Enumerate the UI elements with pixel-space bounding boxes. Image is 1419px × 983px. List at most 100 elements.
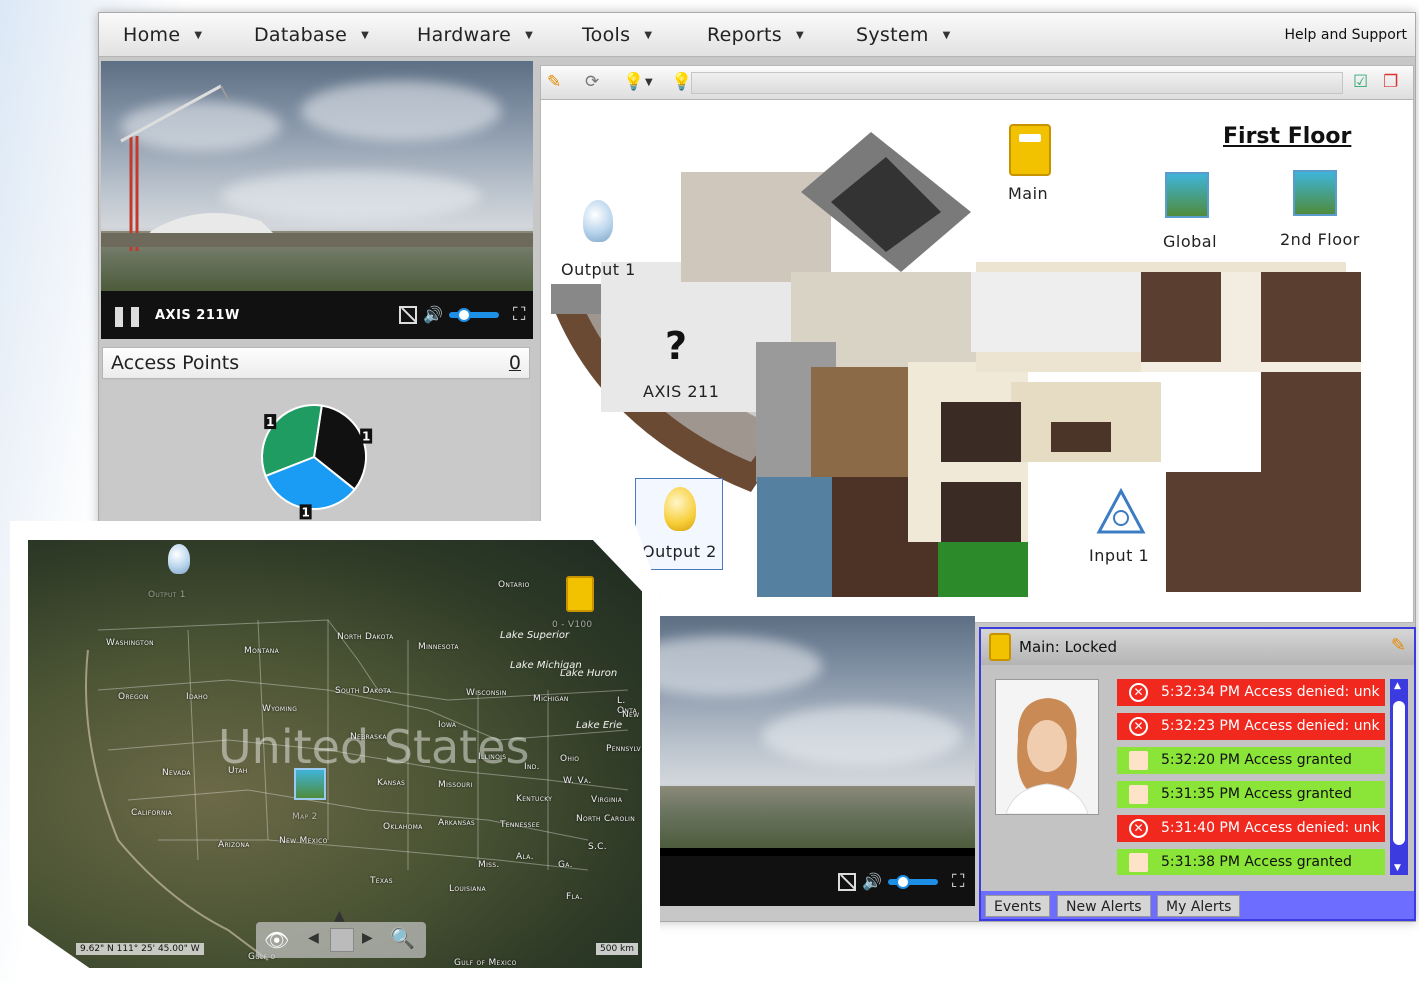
door-icon[interactable] [566, 576, 594, 612]
menu-bar: Home ▼ Database ▼ Hardware ▼ Tools ▼ Reports… [99, 13, 1415, 57]
chevron-down-icon[interactable]: ▼ [645, 77, 653, 88]
bulb-off-icon[interactable]: 💡 [671, 72, 692, 92]
event-text: 5:32:34 PM Access denied: unk [1161, 684, 1380, 700]
place-label: Miss. [478, 860, 500, 870]
zoom-icon[interactable]: 🔍 [390, 926, 415, 950]
menu-reports[interactable]: Reports ▼ [707, 24, 804, 46]
list-item[interactable]: ✕ 5:32:34 PM Access denied: unk [1117, 679, 1385, 706]
pie-slice-label: 1 [264, 414, 277, 430]
access-points-pie: 1 1 1 [261, 404, 373, 520]
menu-hardware[interactable]: Hardware ▼ [417, 24, 533, 46]
tab-new-alerts[interactable]: New Alerts [1057, 895, 1151, 917]
pencil-icon[interactable]: ✎ [547, 72, 561, 92]
video-controls: 🔊 ⛶ [838, 871, 965, 892]
input-sensor-icon[interactable] [1096, 488, 1146, 538]
events-scrollbar[interactable]: ▲ ▼ [1390, 679, 1408, 875]
place-label: Kansas [377, 778, 406, 788]
place-label: Minnesota [418, 642, 459, 652]
chevron-up-icon[interactable]: ▲ [1394, 681, 1401, 691]
eye-icon[interactable]: 👁 [264, 928, 289, 952]
place-label: Fla. [566, 892, 583, 902]
lightbulb-icon[interactable] [583, 200, 613, 242]
avatar [996, 680, 1098, 815]
camera-unknown-icon[interactable]: ? [665, 324, 687, 368]
pan-left-icon[interactable]: ◀ [308, 930, 319, 946]
menu-home[interactable]: Home ▼ [123, 24, 202, 46]
access-points-chart: 1 1 1 [102, 381, 530, 531]
fullscreen-icon[interactable]: ⛶ [513, 304, 526, 325]
pan-center-button[interactable] [330, 928, 354, 952]
menu-system[interactable]: System ▼ [856, 24, 951, 46]
scrollbar-thumb[interactable] [1393, 701, 1405, 845]
camera-video-1[interactable]: AXIS 211W 🔊 ⛶ [101, 61, 533, 339]
list-item[interactable]: ✕ 5:32:23 PM Access denied: unk [1117, 713, 1385, 740]
place-label: Ga. [558, 860, 573, 870]
refresh-icon[interactable]: ⟳ [585, 72, 599, 92]
place-label: Oklahoma [383, 822, 423, 832]
place-label: North Carolin [576, 814, 636, 824]
help-support-link[interactable]: Help and Support [1285, 27, 1408, 43]
lightbulb-icon[interactable] [168, 544, 190, 574]
crane-graphic [101, 84, 533, 251]
video-control-bar: AXIS 211W 🔊 ⛶ [101, 291, 533, 339]
menu-hardware-label: Hardware [417, 24, 512, 46]
door-icon[interactable] [1009, 124, 1051, 176]
chevron-down-icon[interactable]: ▼ [1394, 863, 1401, 873]
range-label: 0 - V100 [552, 620, 593, 630]
chevron-down-icon: ▼ [194, 29, 203, 41]
lake-label: Lake Superior [500, 630, 570, 641]
tab-events[interactable]: Events [985, 895, 1051, 917]
map-link-icon[interactable] [294, 768, 326, 800]
list-item[interactable]: 5:31:35 PM Access granted [1117, 781, 1385, 808]
snapshot-icon[interactable] [838, 872, 856, 891]
map-link-icon[interactable] [1165, 172, 1209, 218]
pan-right-icon[interactable]: ▶ [362, 930, 373, 946]
place-label: Ontario [498, 580, 530, 590]
list-item[interactable]: 5:31:38 PM Access granted [1117, 849, 1385, 875]
place-label: Wyoming [262, 704, 298, 714]
event-text: 5:31:38 PM Access granted [1161, 854, 1352, 870]
place-label: New Mexico [279, 836, 328, 846]
menu-database[interactable]: Database ▼ [254, 24, 369, 46]
pause-button[interactable] [115, 307, 139, 327]
place-label: Illinois [478, 752, 507, 762]
speaker-icon[interactable]: 🔊 [862, 872, 882, 891]
menu-tools[interactable]: Tools ▼ [582, 24, 652, 46]
place-label: Missouri [438, 780, 473, 790]
place-label: Arkansas [438, 818, 475, 828]
check-icon[interactable]: ☑ [1353, 72, 1368, 92]
door-icon [989, 633, 1011, 661]
place-label: Pennsylv [606, 744, 641, 754]
place-label: Kentucky [516, 794, 553, 804]
speaker-icon[interactable]: 🔊 [423, 305, 443, 324]
list-item[interactable]: ✕ 5:31:40 PM Access denied: unk [1117, 815, 1385, 842]
floor-title: First Floor [1223, 124, 1352, 149]
lightbulb-icon[interactable]: 💡 [623, 72, 644, 92]
event-text: 5:32:23 PM Access denied: unk [1161, 718, 1380, 734]
pan-up-icon[interactable]: ▲ [334, 908, 345, 924]
place-label: Ind. [524, 762, 540, 772]
event-text: 5:31:35 PM Access granted [1161, 786, 1352, 802]
list-item[interactable]: 5:32:20 PM Access granted [1117, 747, 1385, 774]
pencil-icon[interactable]: ✎ [1391, 635, 1406, 656]
window-icon[interactable]: ❐ [1383, 72, 1398, 92]
place-label: Ohio [560, 754, 580, 764]
place-label: Gulf of Mexico [454, 958, 517, 968]
chevron-down-icon: ▼ [795, 29, 804, 41]
access-points-count[interactable]: 0 [509, 352, 521, 374]
access-points-header: Access Points 0 [102, 347, 530, 379]
place-label: Utah [228, 766, 248, 776]
tab-my-alerts[interactable]: My Alerts [1157, 895, 1241, 917]
fullscreen-icon[interactable]: ⛶ [952, 871, 965, 892]
snapshot-icon[interactable] [399, 305, 417, 324]
video-controls: 🔊 ⛶ [399, 304, 526, 325]
toolbar-track [691, 72, 1343, 94]
country-label: United States [218, 720, 530, 774]
output-label: Output 1 [148, 590, 186, 600]
volume-slider[interactable] [887, 874, 938, 889]
chevron-down-icon: ▼ [525, 29, 534, 41]
volume-slider[interactable] [448, 307, 499, 322]
us-map[interactable]: United States Washington Montana North D… [28, 540, 642, 968]
input-1-label: Input 1 [1089, 546, 1150, 565]
map-link-icon[interactable] [1293, 170, 1337, 216]
